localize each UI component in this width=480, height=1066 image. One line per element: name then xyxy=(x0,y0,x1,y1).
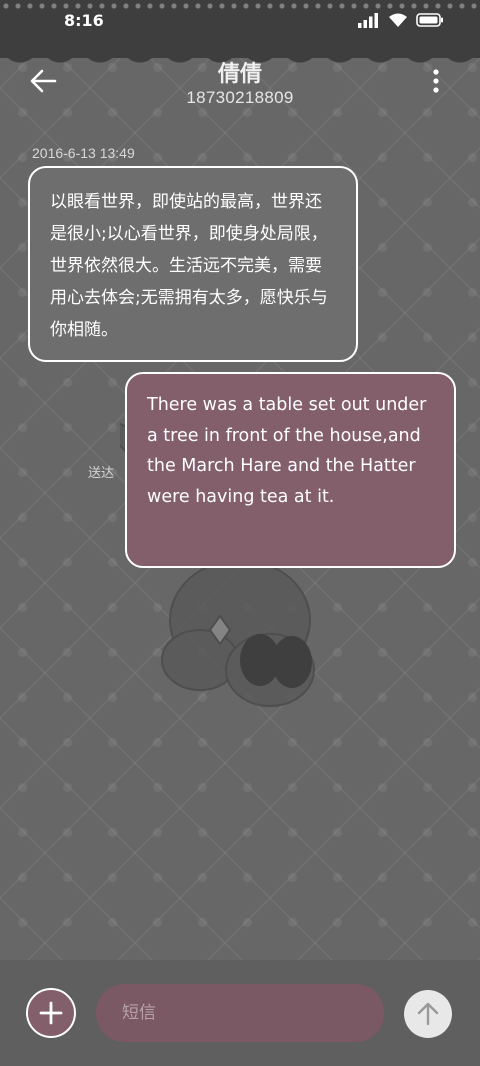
conversation-header: 倩倩 18730218809 xyxy=(0,52,480,122)
status-time: 8:16 xyxy=(64,10,104,30)
wifi-icon xyxy=(389,13,407,27)
status-bar: 8:16 xyxy=(0,0,480,40)
message-text: 以眼看世界，即使站的最高，世界还是很小;以心看世界，即使身处局限，世界依然很大。… xyxy=(50,192,328,340)
message-text: There was a table set out under a tree i… xyxy=(147,395,427,507)
add-attachment-button[interactable] xyxy=(26,988,76,1038)
more-vertical-icon xyxy=(433,69,439,93)
contact-name: 倩倩 xyxy=(217,62,262,87)
message-timestamp: 2016-6-13 13:49 xyxy=(32,145,135,161)
contact-phone-number: 18730218809 xyxy=(186,88,294,107)
compose-bar xyxy=(0,960,480,1066)
signal-icon xyxy=(358,13,378,28)
arrow-up-icon xyxy=(417,1002,439,1026)
message-input-container[interactable] xyxy=(96,984,384,1042)
message-input[interactable] xyxy=(122,1003,358,1023)
status-icons xyxy=(358,12,444,28)
battery-icon xyxy=(416,13,443,27)
more-options-button[interactable] xyxy=(424,66,448,96)
delivery-status: 送达 xyxy=(88,466,115,481)
plus-icon xyxy=(39,1001,63,1025)
incoming-message-bubble[interactable]: 以眼看世界，即使站的最高，世界还是很小;以心看世界，即使身处局限，世界依然很大。… xyxy=(28,166,358,362)
send-button[interactable] xyxy=(404,990,452,1038)
outgoing-message-bubble[interactable]: There was a table set out under a tree i… xyxy=(125,372,456,568)
